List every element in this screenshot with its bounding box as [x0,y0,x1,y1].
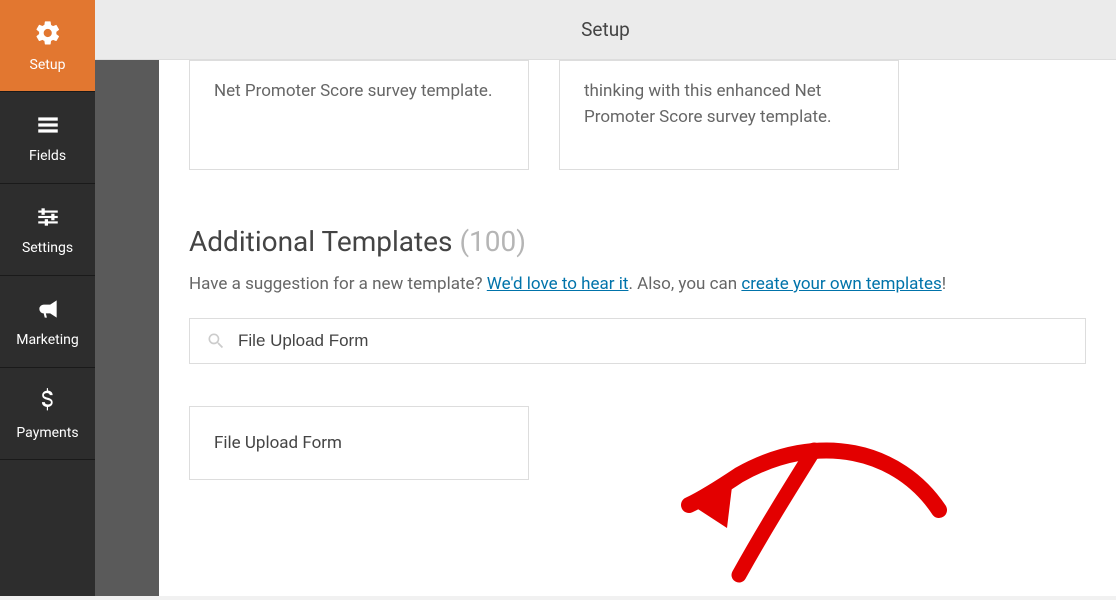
sidebar-item-setup[interactable]: Setup [0,0,95,92]
page-title: Setup [581,18,630,41]
template-search[interactable] [189,318,1086,364]
template-count: (100) [459,225,526,258]
header: Setup [95,0,1116,60]
template-result-file-upload[interactable]: File Upload Form [189,406,529,480]
gear-icon [34,19,62,51]
dollar-icon [37,387,59,419]
sidebar-item-label: Fields [29,148,66,164]
sidebar: Setup Fields Settings Marketing Payments [0,0,95,596]
sidebar-item-label: Settings [22,240,73,256]
sidebar-item-label: Marketing [16,332,79,348]
sidebar-item-marketing[interactable]: Marketing [0,276,95,368]
suggestion-text: Have a suggestion for a new template? We… [189,274,1086,294]
search-icon [206,331,226,351]
sidebar-item-label: Setup [30,57,66,73]
sidebar-item-payments[interactable]: Payments [0,368,95,460]
sidebar-item-label: Payments [16,425,78,441]
bullhorn-icon [35,296,61,326]
suggest-template-link[interactable]: We'd love to hear it [487,274,629,294]
backdrop [95,60,159,596]
search-input[interactable] [238,331,1069,351]
template-result-label: File Upload Form [214,433,342,453]
additional-templates-heading: Additional Templates (100) [189,225,1086,258]
template-card-row: Net Promoter Score survey template. thin… [189,60,1086,170]
suggestion-middle: . Also, you can [628,274,741,294]
template-card-text: thinking with this enhanced Net Promoter… [584,81,832,127]
suggestion-prefix: Have a suggestion for a new template? [189,274,487,294]
create-template-link[interactable]: create your own templates [741,274,941,294]
heading-text: Additional Templates [189,225,452,258]
template-card-text: Net Promoter Score survey template. [214,81,492,101]
template-card[interactable]: Net Promoter Score survey template. [189,60,529,170]
main-panel: Net Promoter Score survey template. thin… [159,60,1116,596]
sidebar-item-fields[interactable]: Fields [0,92,95,184]
list-icon [35,112,61,142]
template-card[interactable]: thinking with this enhanced Net Promoter… [559,60,899,170]
annotation-arrow [679,380,979,600]
suggestion-suffix: ! [942,274,946,294]
sidebar-item-settings[interactable]: Settings [0,184,95,276]
sliders-icon [35,204,61,234]
